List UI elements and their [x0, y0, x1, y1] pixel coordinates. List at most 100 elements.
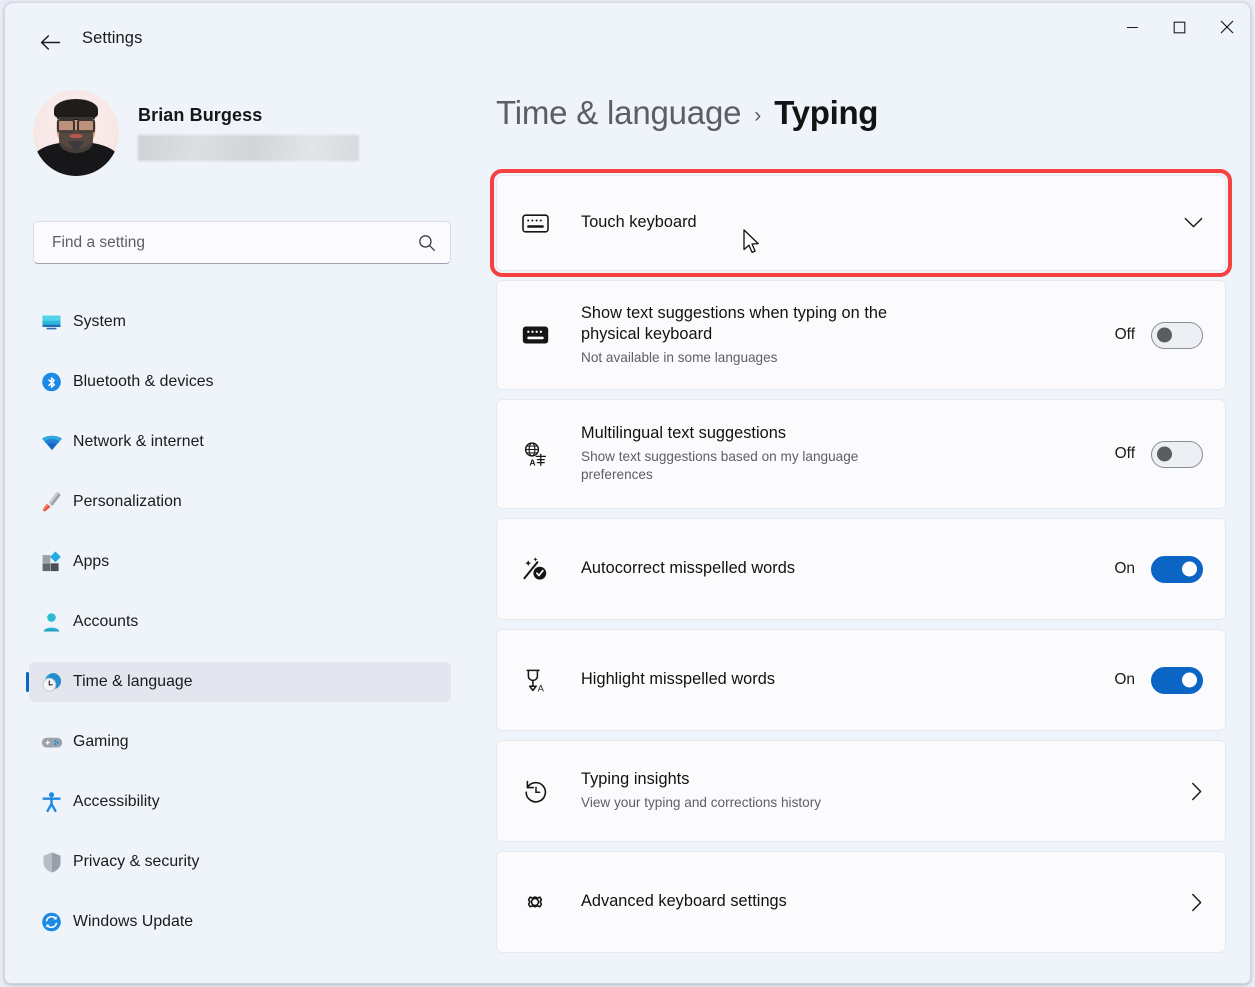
search-input[interactable] [52, 234, 418, 252]
minimize-button[interactable] [1109, 3, 1156, 51]
back-arrow-icon [40, 35, 61, 50]
card-control[interactable]: On [1114, 667, 1203, 694]
sidebar-item-label: Privacy & security [73, 853, 199, 871]
sidebar-item-privacy-security[interactable]: Privacy & security [29, 842, 451, 882]
card-title: Touch keyboard [581, 213, 697, 231]
window-controls [1109, 3, 1250, 51]
maximize-icon [1173, 21, 1186, 34]
chevron-right-icon[interactable] [1191, 782, 1203, 801]
setting-card-touch-keyboard[interactable]: Touch keyboard [496, 175, 1226, 271]
sidebar-nav: System Bluetooth & devices [5, 302, 475, 942]
sidebar-item-label: Network & internet [73, 433, 204, 451]
sidebar-item-gaming[interactable]: Gaming [29, 722, 451, 762]
sidebar-item-accessibility[interactable]: Accessibility [29, 782, 451, 822]
settings-card-list: Touch keyboard [496, 175, 1226, 953]
sidebar-item-accounts[interactable]: Accounts [29, 602, 451, 642]
toggle-state-label: On [1114, 560, 1135, 578]
card-title: Multilingual text suggestions [581, 423, 1115, 445]
card-control[interactable]: On [1114, 556, 1203, 583]
card-control[interactable] [1184, 217, 1203, 229]
search-box[interactable] [33, 221, 451, 264]
apps-grid-icon [40, 551, 63, 574]
clock-globe-icon [40, 671, 63, 694]
setting-card-autocorrect-misspelled-words[interactable]: Autocorrect misspelled words On [496, 518, 1226, 620]
setting-card-multilingual-text-suggestions[interactable]: A Multilingual text suggestions Show tex… [496, 399, 1226, 509]
sidebar-item-label: Windows Update [73, 913, 193, 931]
card-title: Highlight misspelled words [581, 670, 775, 688]
keyboard-filled-icon [517, 325, 553, 345]
toggle-switch[interactable] [1151, 322, 1203, 349]
card-control[interactable] [1191, 782, 1203, 801]
card-title: Show text suggestions when typing on the… [581, 303, 941, 346]
svg-text:A: A [529, 457, 535, 467]
minimize-icon [1126, 21, 1139, 34]
title-bar: Settings [5, 3, 1250, 69]
toggle-switch[interactable] [1151, 441, 1203, 468]
card-subtitle: View your typing and corrections history [581, 794, 1191, 812]
person-icon [40, 611, 63, 634]
account-name: Brian Burgess [138, 105, 359, 126]
toggle-switch[interactable] [1151, 556, 1203, 583]
sidebar-item-label: Time & language [73, 673, 193, 691]
sidebar-item-windows-update[interactable]: Windows Update [29, 902, 451, 942]
sidebar-item-apps[interactable]: Apps [29, 542, 451, 582]
breadcrumb-parent[interactable]: Time & language [496, 94, 741, 132]
chevron-down-icon[interactable] [1184, 217, 1203, 229]
sidebar-item-label: Bluetooth & devices [73, 373, 214, 391]
system-monitor-icon [40, 311, 63, 334]
content-pane: Time & language › Typing [475, 69, 1251, 984]
sidebar-item-label: Accessibility [73, 793, 160, 811]
setting-card-advanced-keyboard-settings[interactable]: Advanced keyboard settings [496, 851, 1226, 953]
multilingual-globe-icon: A [517, 441, 553, 467]
toggle-switch[interactable] [1151, 667, 1203, 694]
sidebar-item-network-internet[interactable]: Network & internet [29, 422, 451, 462]
card-control[interactable]: Off [1115, 322, 1203, 349]
account-section[interactable]: Brian Burgess [33, 90, 359, 176]
card-control[interactable] [1191, 893, 1203, 912]
sidebar-item-label: Personalization [73, 493, 182, 511]
touch-keyboard-outline-icon [517, 213, 553, 234]
card-title: Autocorrect misspelled words [581, 559, 795, 577]
card-control[interactable]: Off [1115, 441, 1203, 468]
sidebar-item-label: Gaming [73, 733, 129, 751]
card-title: Typing insights [581, 769, 1191, 791]
shield-icon [40, 851, 63, 874]
gear-icon [517, 889, 553, 915]
highlighter-a-icon: A [517, 667, 553, 693]
card-subtitle: Show text suggestions based on my langua… [581, 448, 881, 485]
sidebar: Brian Burgess S [5, 69, 475, 984]
avatar [33, 90, 119, 176]
toggle-state-label: On [1114, 671, 1135, 689]
card-title: Advanced keyboard settings [581, 892, 787, 910]
account-email-redacted [138, 135, 359, 161]
toggle-state-label: Off [1115, 326, 1135, 344]
gamepad-icon [40, 731, 63, 754]
app-title: Settings [82, 29, 142, 48]
chevron-right-icon[interactable] [1191, 893, 1203, 912]
sidebar-item-label: Apps [73, 553, 109, 571]
page-title: Typing [774, 94, 878, 132]
paintbrush-icon [40, 491, 63, 514]
breadcrumb-separator-icon: › [754, 104, 761, 128]
sidebar-item-system[interactable]: System [29, 302, 451, 342]
sidebar-item-bluetooth-devices[interactable]: Bluetooth & devices [29, 362, 451, 402]
setting-card-show-text-suggestions[interactable]: Show text suggestions when typing on the… [496, 280, 1226, 390]
bluetooth-icon [40, 371, 63, 394]
close-icon [1220, 20, 1234, 34]
breadcrumb: Time & language › Typing [496, 94, 878, 132]
sidebar-item-time-language[interactable]: Time & language [29, 662, 451, 702]
refresh-circle-icon [40, 911, 63, 934]
sidebar-item-personalization[interactable]: Personalization [29, 482, 451, 522]
sidebar-item-label: Accounts [73, 613, 138, 631]
search-icon [418, 234, 436, 252]
setting-card-typing-insights[interactable]: Typing insights View your typing and cor… [496, 740, 1226, 842]
settings-window: Settings [4, 2, 1251, 984]
wifi-icon [40, 431, 63, 454]
setting-card-highlight-misspelled-words[interactable]: A Highlight misspelled words On [496, 629, 1226, 731]
svg-text:A: A [538, 682, 545, 693]
accessibility-person-icon [40, 791, 63, 814]
back-button[interactable] [31, 25, 69, 59]
history-clock-icon [517, 779, 553, 804]
close-button[interactable] [1203, 3, 1250, 51]
maximize-button[interactable] [1156, 3, 1203, 51]
